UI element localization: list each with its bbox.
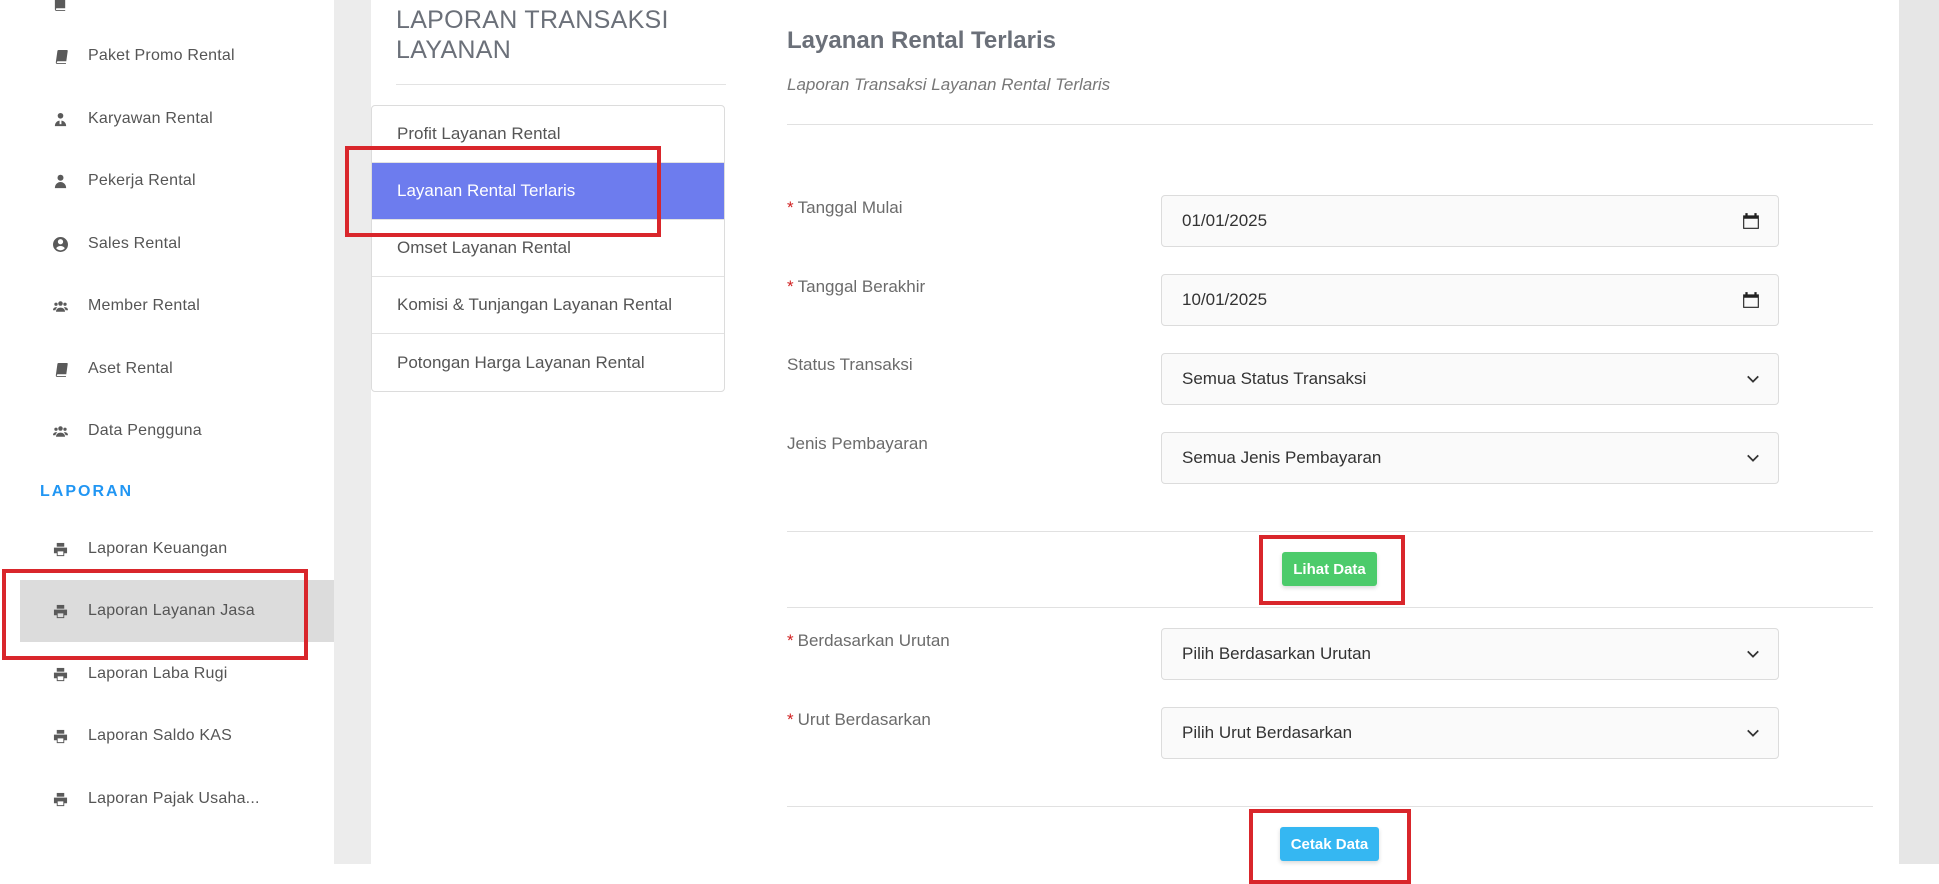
printer-icon	[50, 601, 70, 621]
print-data-button[interactable]: Cetak Data	[1280, 827, 1379, 861]
printer-icon	[50, 664, 70, 684]
page-subtitle: Laporan Transaksi Layanan Rental Terlari…	[787, 75, 1111, 94]
menu-item-terlaris[interactable]: Layanan Rental Terlaris	[372, 163, 724, 220]
calendar-icon[interactable]	[1742, 291, 1760, 309]
sidebar-item-laporan-keuangan[interactable]: Laporan Keuangan	[0, 518, 334, 580]
sidebar-item-sales[interactable]: Sales Rental	[0, 213, 334, 275]
sidebar-item-label: Sales Rental	[88, 235, 182, 252]
payment-label: Jenis Pembayaran	[787, 434, 928, 453]
start-date-input[interactable]: 01/01/2025	[1161, 195, 1779, 247]
required-mark: *	[787, 277, 794, 296]
end-date-input[interactable]: 10/01/2025	[1161, 274, 1779, 326]
sidebar-item-label: Member Rental	[88, 297, 200, 314]
sidebar-item-label: Laporan Layanan Jasa	[88, 602, 255, 619]
menu-item-komisi[interactable]: Komisi & Tunjangan Layanan Rental	[372, 277, 724, 334]
divider	[396, 84, 726, 85]
scrollbar-track[interactable]	[1899, 0, 1939, 864]
user-circle-icon	[50, 234, 70, 254]
menu-item-potongan[interactable]: Potongan Harga Layanan Rental	[372, 334, 724, 391]
sidebar-item-label: Laporan Saldo KAS	[88, 727, 232, 744]
user-tie-icon	[50, 109, 70, 129]
chevron-down-icon	[1746, 451, 1760, 465]
users-icon	[50, 421, 70, 441]
sidebar-item-karyawan[interactable]: Karyawan Rental	[0, 88, 334, 150]
sidebar-item-data-pengguna[interactable]: Data Pengguna	[0, 400, 334, 462]
sidebar-item-label: Laporan Laba Rugi	[88, 665, 228, 682]
users-icon	[50, 296, 70, 316]
sidebar-item-laporan-layanan-jasa[interactable]: Laporan Layanan Jasa	[20, 580, 334, 642]
user-icon	[50, 171, 70, 191]
sidebar: Paket Promo Rental Karyawan Rental Peker…	[0, 0, 334, 884]
end-date-label: * Tanggal Berakhir	[787, 277, 926, 296]
required-mark: *	[787, 710, 794, 729]
book-icon	[50, 359, 70, 379]
sidebar-item-aset[interactable]: Aset Rental	[0, 338, 334, 400]
sort-by-select[interactable]: Pilih Urut Berdasarkan	[1161, 707, 1779, 759]
printer-icon	[50, 789, 70, 809]
start-date-label: * Tanggal Mulai	[787, 198, 903, 217]
divider	[787, 806, 1873, 807]
page-title: Layanan Rental Terlaris	[787, 27, 1056, 54]
sidebar-item-pekerja[interactable]: Pekerja Rental	[0, 150, 334, 212]
calendar-icon[interactable]	[1742, 212, 1760, 230]
sort-by-label: * Urut Berdasarkan	[787, 710, 931, 729]
sidebar-item-label: Data Pengguna	[88, 422, 202, 439]
status-label: Status Transaksi	[787, 355, 913, 374]
report-menu-title: LAPORAN TRANSAKSI LAYANAN	[396, 6, 669, 64]
book-icon	[50, 0, 70, 13]
divider	[787, 531, 1873, 532]
sidebar-item-label: Aset Rental	[88, 360, 173, 377]
menu-item-omset[interactable]: Omset Layanan Rental	[372, 220, 724, 277]
report-menu: Profit Layanan Rental Layanan Rental Ter…	[371, 105, 725, 392]
sidebar-item-label: Karyawan Rental	[88, 110, 213, 127]
order-by-select[interactable]: Pilih Berdasarkan Urutan	[1161, 628, 1779, 680]
sidebar-item-laporan-laba-rugi[interactable]: Laporan Laba Rugi	[0, 643, 334, 705]
sidebar-item-laporan-pajak-usaha[interactable]: Laporan Pajak Usaha...	[0, 768, 334, 830]
chevron-down-icon	[1746, 647, 1760, 661]
sidebar-section-laporan: LAPORAN	[40, 483, 134, 500]
required-mark: *	[787, 198, 794, 217]
sidebar-item-label: Pekerja Rental	[88, 172, 196, 189]
printer-icon	[50, 539, 70, 559]
sidebar-item-paket-promo[interactable]: Paket Promo Rental	[0, 25, 334, 87]
view-data-button[interactable]: Lihat Data	[1282, 552, 1377, 586]
sidebar-item-laporan-saldo-kas[interactable]: Laporan Saldo KAS	[0, 705, 334, 767]
status-select[interactable]: Semua Status Transaksi	[1161, 353, 1779, 405]
chevron-down-icon	[1746, 726, 1760, 740]
sidebar-item-label: Laporan Pajak Usaha...	[88, 790, 260, 807]
divider	[787, 607, 1873, 608]
printer-icon	[50, 726, 70, 746]
sidebar-item-label: Paket Promo Rental	[88, 47, 235, 64]
chevron-down-icon	[1746, 372, 1760, 386]
menu-item-profit[interactable]: Profit Layanan Rental	[372, 106, 724, 163]
required-mark: *	[787, 631, 794, 650]
sidebar-item-label: Laporan Keuangan	[88, 540, 228, 557]
content-bottom-strip	[334, 864, 1939, 884]
payment-select[interactable]: Semua Jenis Pembayaran	[1161, 432, 1779, 484]
book-icon	[50, 46, 70, 66]
divider	[787, 124, 1873, 125]
sidebar-item-member[interactable]: Member Rental	[0, 275, 334, 337]
order-by-label: * Berdasarkan Urutan	[787, 631, 950, 650]
